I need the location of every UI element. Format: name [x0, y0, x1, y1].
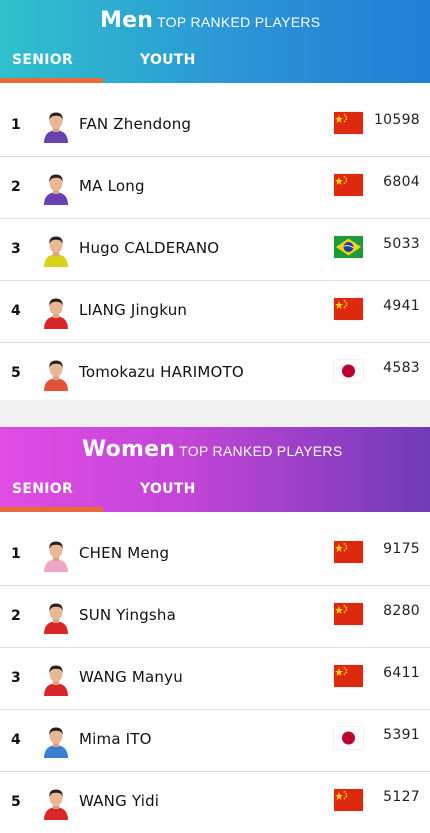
player-name[interactable]: Mima ITO	[79, 730, 152, 748]
player-name[interactable]: CHEN Meng	[79, 544, 169, 562]
player-name[interactable]: LIANG Jingkun	[79, 301, 187, 319]
women-tab-senior[interactable]: SENIOR	[12, 481, 73, 497]
china-flag	[334, 603, 363, 625]
player-avatar	[42, 233, 70, 267]
player-avatar	[42, 600, 70, 634]
player-rank: 1	[11, 117, 21, 133]
player-row[interactable]: 5 Tomokazu HARIMOTO 4583	[0, 343, 430, 404]
player-rank: 4	[11, 303, 21, 319]
women-title-text: Women	[82, 437, 176, 462]
women-subtitle: TOP RANKED PLAYERS	[179, 443, 343, 459]
men-tab-youth[interactable]: YOUTH	[140, 52, 196, 68]
china-flag	[334, 665, 363, 687]
player-rank: 2	[11, 179, 21, 195]
china-flag	[334, 789, 363, 811]
player-row[interactable]: 3 Hugo CALDERANO 5033	[0, 219, 430, 281]
player-points: 10598	[373, 112, 420, 128]
player-rank: 4	[11, 732, 21, 748]
player-row[interactable]: 5 WANG Yidi 5127	[0, 772, 430, 833]
player-row[interactable]: 4 LIANG Jingkun 4941	[0, 281, 430, 343]
player-name[interactable]: MA Long	[79, 177, 145, 195]
china-flag	[334, 298, 363, 320]
china-flag	[334, 541, 363, 563]
player-avatar	[42, 538, 70, 572]
japan-flag	[334, 727, 363, 749]
men-header: Men TOP RANKED PLAYERS SENIOR YOUTH	[0, 0, 430, 83]
player-row[interactable]: 1 CHEN Meng 9175	[0, 524, 430, 586]
men-subtitle: TOP RANKED PLAYERS	[157, 14, 321, 30]
player-points: 5033	[383, 236, 420, 252]
women-tab-youth[interactable]: YOUTH	[140, 481, 196, 497]
men-tab-active-indicator	[0, 78, 103, 83]
player-row[interactable]: 2 MA Long 6804	[0, 157, 430, 219]
player-rank: 5	[11, 365, 21, 381]
men-title: Men TOP RANKED PLAYERS	[100, 8, 320, 33]
japan-flag	[334, 360, 363, 382]
section-divider	[0, 400, 430, 427]
player-avatar	[42, 109, 70, 143]
player-points: 9175	[383, 541, 420, 557]
men-tab-senior[interactable]: SENIOR	[12, 52, 73, 68]
men-ranking-list: 1 FAN Zhendong 10598 2 MA Long 6804 3 Hugo CALD…	[0, 95, 430, 404]
player-rank: 3	[11, 241, 21, 257]
china-flag	[334, 112, 363, 134]
player-avatar	[42, 295, 70, 329]
player-points: 4583	[383, 360, 420, 376]
men-title-text: Men	[100, 8, 154, 33]
player-row[interactable]: 3 WANG Manyu 6411	[0, 648, 430, 710]
player-rank: 2	[11, 608, 21, 624]
player-points: 5127	[383, 789, 420, 805]
player-points: 6804	[383, 174, 420, 190]
player-name[interactable]: FAN Zhendong	[79, 115, 191, 133]
women-header: Women TOP RANKED PLAYERS SENIOR YOUTH	[0, 427, 430, 512]
player-points: 5391	[383, 727, 420, 743]
brazil-flag	[334, 236, 363, 258]
player-avatar	[42, 724, 70, 758]
player-rank: 5	[11, 794, 21, 810]
player-name[interactable]: SUN Yingsha	[79, 606, 176, 624]
women-title: Women TOP RANKED PLAYERS	[82, 437, 342, 462]
player-name[interactable]: Tomokazu HARIMOTO	[79, 363, 244, 381]
player-name[interactable]: WANG Yidi	[79, 792, 159, 810]
player-avatar	[42, 786, 70, 820]
player-points: 8280	[383, 603, 420, 619]
women-tab-active-indicator	[0, 507, 103, 512]
player-row[interactable]: 2 SUN Yingsha 8280	[0, 586, 430, 648]
player-name[interactable]: WANG Manyu	[79, 668, 183, 686]
china-flag	[334, 174, 363, 196]
women-ranking-list: 1 CHEN Meng 9175 2 SUN Yingsha 8280 3 WANG Many…	[0, 524, 430, 833]
player-points: 6411	[383, 665, 420, 681]
player-avatar	[42, 357, 70, 391]
player-row[interactable]: 1 FAN Zhendong 10598	[0, 95, 430, 157]
player-points: 4941	[383, 298, 420, 314]
player-rank: 1	[11, 546, 21, 562]
player-name[interactable]: Hugo CALDERANO	[79, 239, 219, 257]
player-row[interactable]: 4 Mima ITO 5391	[0, 710, 430, 772]
player-avatar	[42, 662, 70, 696]
player-avatar	[42, 171, 70, 205]
player-rank: 3	[11, 670, 21, 686]
